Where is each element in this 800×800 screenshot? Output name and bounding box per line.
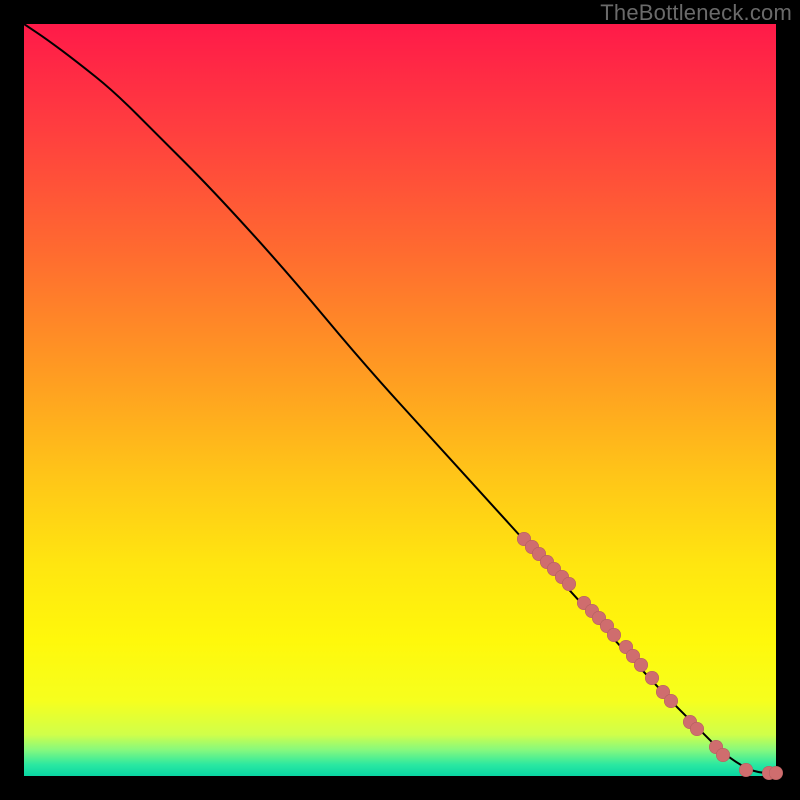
data-dot — [716, 748, 730, 762]
data-dot — [562, 577, 576, 591]
data-dot — [634, 658, 648, 672]
data-dot — [607, 628, 621, 642]
data-dot — [769, 766, 783, 780]
data-dot — [739, 763, 753, 777]
data-dot — [645, 671, 659, 685]
data-dot — [664, 694, 678, 708]
plot-area — [24, 24, 776, 776]
data-dot — [690, 722, 704, 736]
dots-layer — [24, 24, 776, 776]
chart-stage: TheBottleneck.com — [0, 0, 800, 800]
watermark-text: TheBottleneck.com — [600, 0, 792, 26]
